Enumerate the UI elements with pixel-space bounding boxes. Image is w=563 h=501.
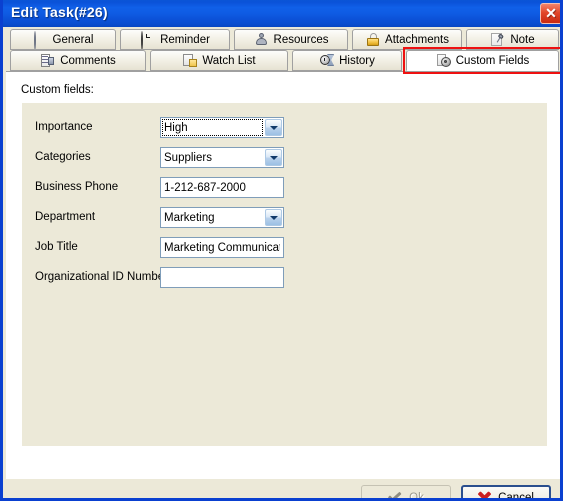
tab-label: Custom Fields [455,54,530,67]
section-label: Custom fields: [21,84,94,96]
tab-custom-fields[interactable]: Custom Fields [406,50,559,71]
field-value: 1-212-687-2000 [164,182,246,194]
cancel-button-label: Cancel [498,491,534,501]
field-value: Marketing Communicati [164,242,280,254]
lock-icon [365,32,380,47]
dialog-client-area: General Reminder Resources Attachments Note … [6,27,560,501]
tab-comments[interactable]: Comments [10,50,146,71]
tab-content: Watch List [151,51,287,70]
field-row: Business Phone 1-212-687-2000 [23,177,546,199]
tab-label: Note [510,33,535,46]
field-row: Department Marketing [23,207,546,229]
field-label: Importance [35,121,93,133]
field-label: Categories [35,151,91,163]
field-label: Business Phone [35,181,119,193]
ok-button[interactable]: Ok [361,485,451,501]
ok-button-label: Ok [409,491,424,501]
input-organizational-id-number[interactable] [160,267,284,288]
tab-label: Watch List [202,54,256,67]
tab-content: Custom Fields [407,51,558,70]
chevron-down-icon[interactable] [265,149,282,166]
history-icon [319,53,335,68]
checkmark-icon [387,491,402,498]
tab-content: History [293,51,401,70]
combo-categories[interactable]: Suppliers [160,147,284,168]
tab-note[interactable]: Note [466,29,559,50]
tab-strip: General Reminder Resources Attachments Note … [6,27,560,74]
tab-content: Attachments [353,30,461,49]
tab-resources[interactable]: Resources [234,29,348,50]
field-row: Categories Suppliers [23,147,546,169]
tab-watch-list[interactable]: Watch List [150,50,288,71]
window-title: Edit Task(#26) [11,4,108,20]
tab-content: General [11,30,115,49]
field-value: High [164,122,188,134]
field-value: Suppliers [164,152,212,164]
field-label: Department [35,211,96,223]
chevron-down-icon[interactable] [265,209,282,226]
close-icon: ✕ [545,5,557,21]
close-button[interactable]: ✕ [540,3,560,24]
input-business-phone[interactable]: 1-212-687-2000 [160,177,284,198]
tab-label: Comments [60,54,116,67]
combo-department[interactable]: Marketing [160,207,284,228]
document-icon [40,53,55,68]
edit-task-dialog: Edit Task(#26) ✕ General Reminder Resource… [0,0,563,501]
field-row: Organizational ID Number [23,267,546,289]
tab-content: Resources [235,30,347,49]
tab-label: General [52,33,94,46]
field-row: Job Title Marketing Communicati [23,237,546,259]
tab-label: Resources [273,33,329,46]
input-job-title[interactable]: Marketing Communicati [160,237,284,258]
custom-fields-panel: Importance High Categories Suppliers Busines… [22,103,547,446]
field-value: Marketing [164,212,215,224]
tab-attachments[interactable]: Attachments [352,29,462,50]
tab-label: Attachments [385,33,449,46]
clock-icon [140,31,155,49]
custom-fields-page: Custom fields: Importance High Categories S… [6,71,560,479]
tab-content: Reminder [121,30,229,49]
tab-history[interactable]: History [292,50,402,71]
tab-reminder[interactable]: Reminder [120,29,230,50]
tab-label: Reminder [160,33,210,46]
tab-general[interactable]: General [10,29,116,50]
sphere-icon [33,31,48,49]
dialog-footer: Ok Cancel [6,479,560,501]
tab-content: Comments [11,51,145,70]
tab-content: Note [467,30,558,49]
chevron-down-icon[interactable] [265,119,282,136]
gear-icon [436,53,451,68]
combo-importance[interactable]: High [160,117,284,138]
pin-icon [490,32,505,47]
watchlist-icon [182,53,198,68]
field-row: Importance High [23,117,546,139]
close-x-icon [478,491,492,498]
field-label: Organizational ID Number [35,271,168,283]
person-icon [254,32,269,47]
title-bar: Edit Task(#26) ✕ [3,0,560,27]
cancel-button[interactable]: Cancel [461,485,551,501]
tab-label: History [339,54,375,67]
field-label: Job Title [35,241,78,253]
